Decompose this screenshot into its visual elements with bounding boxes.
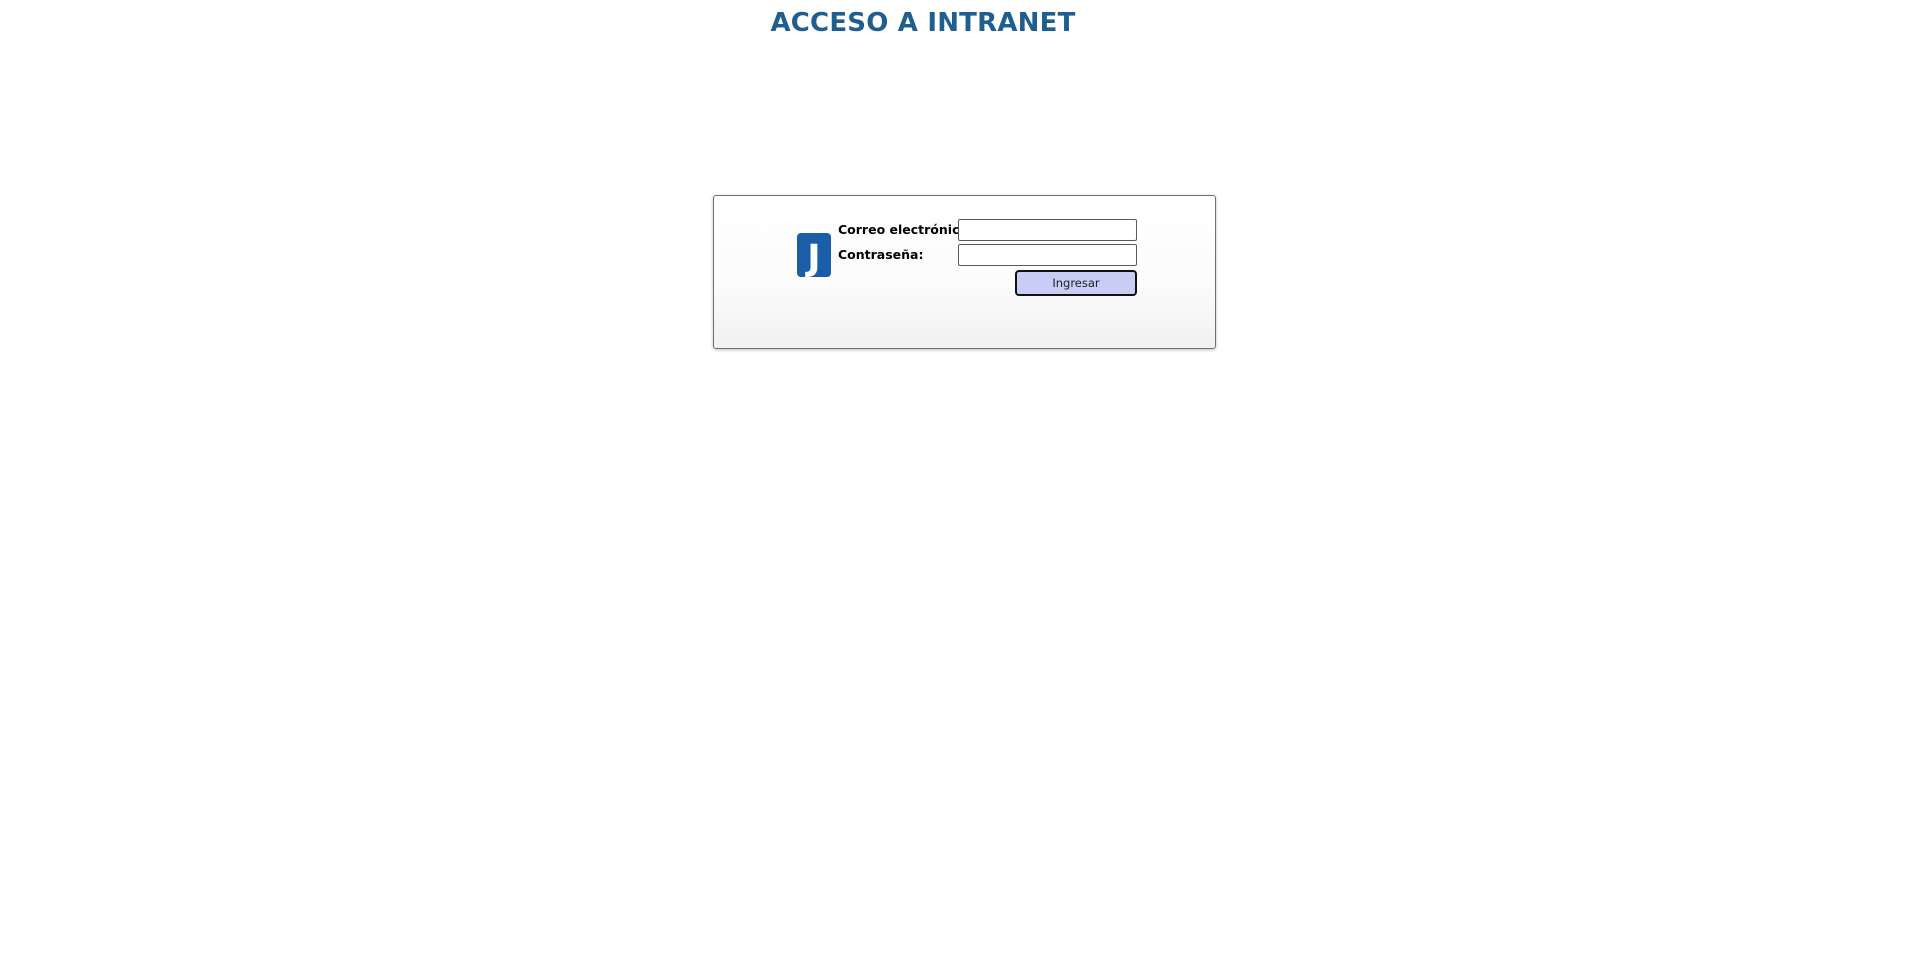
login-panel: J Correo electrónico: Contraseña: Ingres… (713, 195, 1216, 349)
password-field[interactable] (958, 244, 1137, 266)
email-label: Correo electrónico: (838, 222, 974, 237)
logo-letter: J (804, 238, 820, 277)
j-logo-icon: J (797, 233, 831, 277)
password-label: Contraseña: (838, 247, 924, 262)
page-title: ACCESO A INTRANET (770, 8, 1076, 38)
email-field[interactable] (958, 219, 1137, 241)
login-button[interactable]: Ingresar (1015, 270, 1137, 296)
